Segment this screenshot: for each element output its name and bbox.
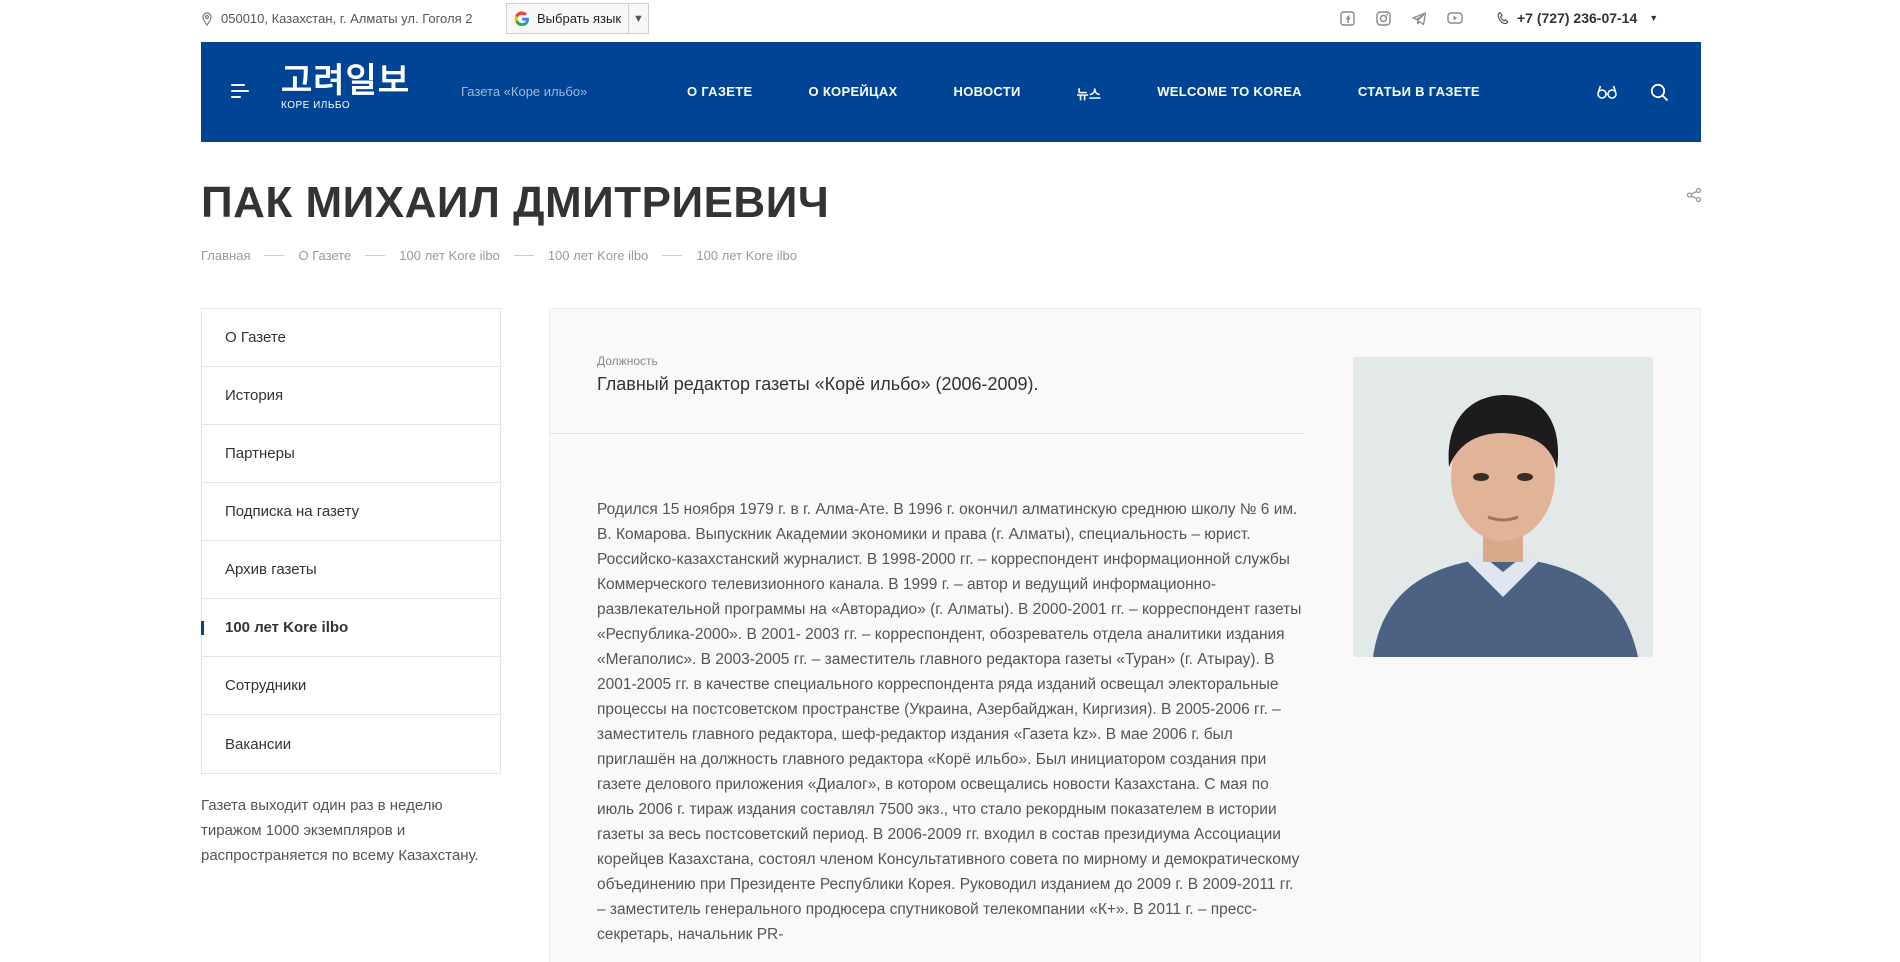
phone-dropdown[interactable]: +7 (727) 236-07-14 ▼ bbox=[1497, 10, 1658, 26]
breadcrumb-item[interactable]: 100 лет Kore ilbo bbox=[399, 248, 500, 263]
breadcrumb-item[interactable]: 100 лет Kore ilbo bbox=[548, 248, 649, 263]
sidebar-item-staff[interactable]: Сотрудники bbox=[202, 657, 500, 715]
site-tagline: Газета «Коре ильбо» bbox=[461, 84, 588, 99]
nav-item-news[interactable]: НОВОСТИ bbox=[954, 84, 1021, 103]
sidebar-menu: О Газете История Партнеры Подписка на га… bbox=[201, 308, 501, 774]
biography-text: Родился 15 ноября 1979 г. в г. Алма-Ате.… bbox=[597, 501, 1302, 943]
sidebar-item-100-years[interactable]: 100 лет Kore ilbo bbox=[201, 599, 500, 657]
dropdown-arrow-icon[interactable]: ▼ bbox=[628, 4, 648, 33]
top-bar: 050010, Казахстан, г. Алматы ул. Гоголя … bbox=[0, 0, 1900, 40]
facebook-icon[interactable] bbox=[1338, 9, 1356, 27]
location-pin-icon bbox=[202, 11, 212, 26]
social-links bbox=[1338, 9, 1464, 27]
youtube-icon[interactable] bbox=[1446, 9, 1464, 27]
sidebar-item-vacancies[interactable]: Вакансии bbox=[202, 715, 500, 773]
phone-icon bbox=[1497, 11, 1509, 25]
chevron-down-icon[interactable]: ▼ bbox=[1649, 13, 1658, 23]
breadcrumb-separator bbox=[264, 255, 285, 256]
breadcrumb: Главная О Газете 100 лет Kore ilbo 100 л… bbox=[201, 248, 797, 263]
sidebar-item-archive[interactable]: Архив газеты bbox=[202, 541, 500, 599]
telegram-icon[interactable] bbox=[1410, 9, 1428, 27]
profile-photo bbox=[1353, 357, 1653, 657]
address-text: 050010, Казахстан, г. Алматы ул. Гоголя … bbox=[221, 11, 473, 26]
nav-item-welcome-to-korea[interactable]: WELCOME TO KOREA bbox=[1157, 84, 1302, 103]
glasses-icon[interactable] bbox=[1595, 80, 1619, 104]
page-title: ПАК МИХАИЛ ДМИТРИЕВИЧ bbox=[201, 178, 830, 227]
breadcrumb-item[interactable]: О Газете bbox=[298, 248, 351, 263]
nav-menu: О ГАЗЕТЕ О КОРЕЙЦАХ НОВОСТИ 뉴스 WELCOME T… bbox=[687, 84, 1480, 103]
language-label: Выбрать язык bbox=[537, 11, 622, 26]
position-value: Главный редактор газеты «Корё ильбо» (20… bbox=[597, 374, 1039, 394]
divider bbox=[550, 433, 1305, 434]
logo-korean: 고려일보 bbox=[281, 61, 411, 101]
main-navigation: 고려일보 КОРЕ ИЛЬБО Газета «Коре ильбо» О ГА… bbox=[201, 42, 1701, 142]
nav-item-articles[interactable]: СТАТЬИ В ГАЗЕТЕ bbox=[1358, 84, 1480, 103]
hamburger-menu-icon[interactable] bbox=[231, 84, 251, 100]
sidebar-item-history[interactable]: История bbox=[202, 367, 500, 425]
breadcrumb-item[interactable]: Главная bbox=[201, 248, 250, 263]
sidebar-item-partners[interactable]: Партнеры bbox=[202, 425, 500, 483]
search-icon[interactable] bbox=[1647, 80, 1671, 104]
breadcrumb-item-current: 100 лет Kore ilbo bbox=[696, 248, 797, 263]
google-icon bbox=[511, 8, 533, 30]
nav-tools bbox=[1595, 80, 1671, 104]
language-selector[interactable]: Выбрать язык ▼ bbox=[506, 3, 649, 34]
share-icon[interactable] bbox=[1686, 187, 1702, 203]
sidebar-item-subscription[interactable]: Подписка на газету bbox=[202, 483, 500, 541]
instagram-icon[interactable] bbox=[1374, 9, 1392, 27]
logo-russian: КОРЕ ИЛЬБО bbox=[281, 100, 351, 111]
sidebar-item-about[interactable]: О Газете bbox=[202, 309, 500, 367]
position-label: Должность bbox=[597, 354, 658, 368]
address: 050010, Казахстан, г. Алматы ул. Гоголя … bbox=[201, 11, 472, 26]
nav-item-about-newspaper[interactable]: О ГАЗЕТЕ bbox=[687, 84, 753, 103]
breadcrumb-separator bbox=[365, 255, 386, 256]
nav-item-about-koreans[interactable]: О КОРЕЙЦАХ bbox=[809, 84, 898, 103]
breadcrumb-separator bbox=[513, 255, 534, 256]
breadcrumb-separator bbox=[662, 255, 683, 256]
nav-item-news-korean[interactable]: 뉴스 bbox=[1077, 84, 1102, 103]
sidebar-note: Газета выходит один раз в неделю тиражом… bbox=[201, 797, 479, 864]
profile-card: Должность Главный редактор газеты «Корё … bbox=[549, 308, 1701, 962]
phone-number[interactable]: +7 (727) 236-07-14 bbox=[1517, 10, 1637, 26]
site-logo[interactable]: 고려일보 КОРЕ ИЛЬБО bbox=[281, 64, 421, 116]
